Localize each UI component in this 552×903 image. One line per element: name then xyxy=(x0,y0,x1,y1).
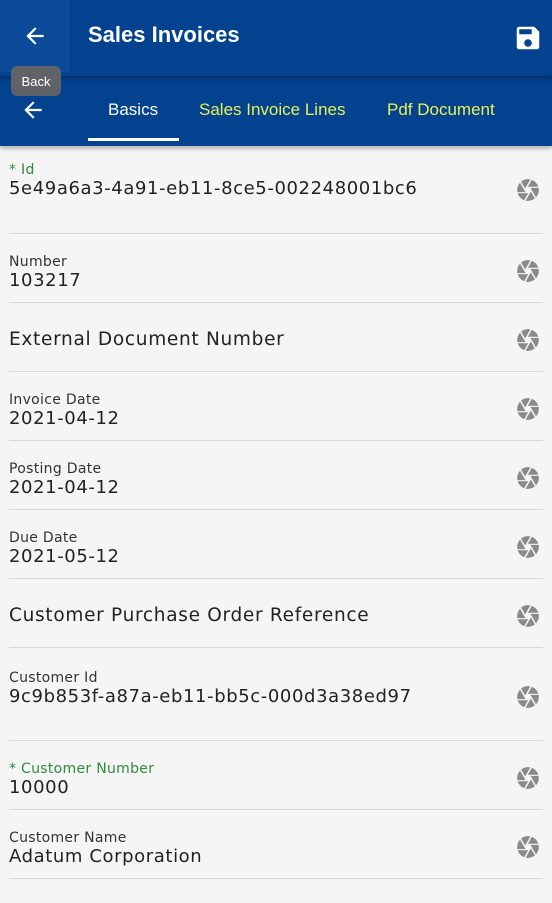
camera-iris-icon[interactable] xyxy=(515,327,541,353)
camera-iris-icon[interactable] xyxy=(515,465,541,491)
field-label: External Document Number xyxy=(9,329,285,350)
field-customer-name[interactable]: Customer Name Adatum Corporation xyxy=(0,810,552,879)
tab-basics[interactable]: Basics xyxy=(108,100,158,120)
form-content: * Id 5e49a6a3-4a91-eb11-8ce5-002248001bc… xyxy=(0,146,552,903)
camera-iris-icon[interactable] xyxy=(515,396,541,422)
field-label: Due Date xyxy=(9,530,78,546)
field-label: Number xyxy=(9,254,68,270)
camera-iris-icon[interactable] xyxy=(515,684,541,710)
app-bar: Sales Invoices xyxy=(0,0,552,76)
camera-iris-icon[interactable] xyxy=(515,177,541,203)
camera-iris-icon[interactable] xyxy=(515,534,541,560)
camera-iris-icon[interactable] xyxy=(515,603,541,629)
divider xyxy=(9,878,543,879)
field-customer-id[interactable]: Customer Id 9c9b853f-a87a-eb11-bb5c-000d… xyxy=(0,648,552,741)
back-tooltip: Back xyxy=(11,66,61,96)
field-id[interactable]: * Id 5e49a6a3-4a91-eb11-8ce5-002248001bc… xyxy=(0,146,552,234)
arrow-back-icon xyxy=(24,101,42,119)
field-number[interactable]: Number 103217 xyxy=(0,234,552,303)
field-value: 2021-04-12 xyxy=(9,408,120,429)
save-icon xyxy=(516,26,540,50)
field-value: 9c9b853f-a87a-eb11-bb5c-000d3a38ed97 xyxy=(9,686,412,707)
tab-bar: Basics Sales Invoice Lines Pdf Document xyxy=(0,76,552,146)
field-value: 2021-05-12 xyxy=(9,546,120,567)
field-value: 103217 xyxy=(9,270,82,291)
field-value: Adatum Corporation xyxy=(9,846,203,867)
arrow-back-icon xyxy=(26,27,44,45)
field-invoice-date[interactable]: Invoice Date 2021-04-12 xyxy=(0,372,552,441)
field-label: Customer Name xyxy=(9,830,127,846)
page-title: Sales Invoices xyxy=(88,22,240,47)
field-customer-number[interactable]: * Customer Number 10000 xyxy=(0,741,552,810)
field-value: 5e49a6a3-4a91-eb11-8ce5-002248001bc6 xyxy=(9,178,418,199)
field-value: 2021-04-12 xyxy=(9,477,120,498)
field-external-document-number[interactable]: External Document Number xyxy=(0,303,552,372)
camera-iris-icon[interactable] xyxy=(515,765,541,791)
active-tab-indicator xyxy=(88,138,179,141)
back-button[interactable] xyxy=(0,0,70,72)
camera-iris-icon[interactable] xyxy=(515,834,541,860)
save-button[interactable] xyxy=(510,20,546,56)
field-posting-date[interactable]: Posting Date 2021-04-12 xyxy=(0,441,552,510)
field-label: Customer Purchase Order Reference xyxy=(9,605,370,626)
field-label: * Customer Number xyxy=(9,761,155,777)
tab-back-button[interactable] xyxy=(14,94,52,126)
field-label: Posting Date xyxy=(9,461,102,477)
field-label: Invoice Date xyxy=(9,392,101,408)
field-due-date[interactable]: Due Date 2021-05-12 xyxy=(0,510,552,579)
camera-iris-icon[interactable] xyxy=(515,258,541,284)
field-label: Customer Id xyxy=(9,670,98,686)
field-customer-purchase-order-reference[interactable]: Customer Purchase Order Reference xyxy=(0,579,552,648)
field-label: * Id xyxy=(9,162,35,178)
tab-pdf-document[interactable]: Pdf Document xyxy=(387,100,495,120)
field-value: 10000 xyxy=(9,777,70,798)
tab-sales-invoice-lines[interactable]: Sales Invoice Lines xyxy=(199,100,345,120)
